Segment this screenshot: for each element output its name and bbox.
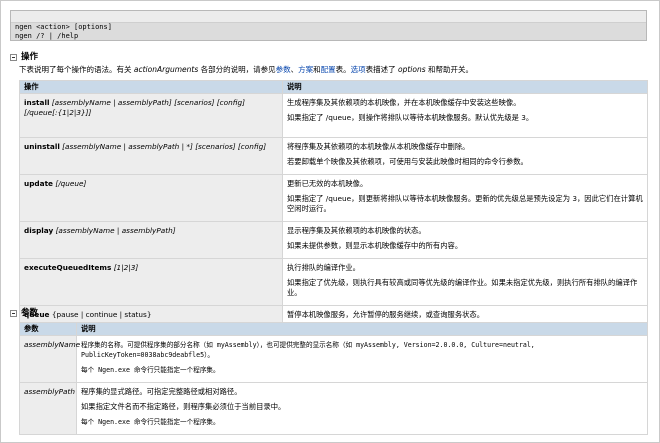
action-args: [assemblyName | assemblyPath] [scenarios… — [24, 98, 245, 117]
action-args: [assemblyName | assemblyPath | *] [scena… — [62, 142, 267, 151]
actions-section-title: 操作 — [21, 52, 39, 62]
intro-text: 各部分的说明，请参见 — [200, 65, 276, 74]
description-text: 更新已无效的本机映像。 — [287, 179, 368, 188]
action-syntax: update [/queue] — [19, 174, 283, 222]
syntax-code-block: ngen <action> [options] ngen /? | /help — [10, 10, 647, 41]
params-section-heading[interactable]: 参数 — [10, 308, 38, 318]
params-table: 参数 说明 assemblyName 程序集的名称。可提供程序集的部分名称（如 … — [19, 322, 648, 435]
table-row: display [assemblyName | assemblyPath] 显示… — [19, 221, 648, 259]
description-text: 如果指定了 /queue，则更新将排队以等待本机映像服务。更新的优先级总是预先设… — [287, 194, 643, 213]
action-args: [1|2|3] — [113, 263, 139, 272]
action-description: 生成程序集及其依赖项的本机映像，并在本机映像缓存中安装这些映像。 如果指定了 /… — [282, 93, 648, 138]
description-text: 暂停本机映像服务，允许暂停的服务继续，或查询服务状态。 — [287, 310, 485, 319]
table-row: uninstall [assemblyName | assemblyPath |… — [19, 137, 648, 175]
param-description: 程序集的名称。可提供程序集的部分名称（如 myAssembly），也可提供完整的… — [76, 335, 648, 383]
syntax-line-1: ngen <action> [options] — [15, 23, 112, 31]
table-row: assemblyPath 程序集的显式路径。可指定完整路径或相对路径。 如果指定… — [19, 382, 648, 435]
description-text: 执行排队的编译作业。 — [287, 263, 360, 272]
intro-text: 和帮助开关。 — [428, 65, 474, 74]
action-syntax: install [assemblyName | assemblyPath] [s… — [19, 93, 283, 138]
action-name: display — [24, 226, 54, 235]
intro-text: 表描述了 — [365, 65, 396, 74]
actions-intro: 下表说明了每个操作的语法。有关 actionArguments 各部分的说明，请… — [19, 65, 474, 74]
intro-italic-term: actionArguments — [133, 65, 199, 74]
description-text: 每个 Ngen.exe 命令行只能指定一个程序集。 — [81, 418, 220, 426]
action-args: {pause | continue | status} — [51, 310, 152, 319]
action-args: [assemblyName | assemblyPath] — [55, 226, 176, 235]
description-text: 程序集的名称。可提供程序集的部分名称（如 myAssembly），也可提供完整的… — [81, 341, 535, 359]
syntax-line-2: ngen /? | /help — [15, 32, 79, 40]
actions-table: 操作 说明 install [assemblyName | assemblyPa… — [19, 80, 648, 328]
description-text: 生成程序集及其依赖项的本机映像，并在本机映像缓存中安装这些映像。 — [287, 98, 521, 107]
action-description: 将程序集及其依赖项的本机映像从本机映像缓存中删除。 若要卸载单个映像及其依赖项，… — [282, 137, 648, 175]
intro-italic-term: options — [398, 65, 426, 74]
table-row: assemblyName 程序集的名称。可提供程序集的部分名称（如 myAsse… — [19, 335, 648, 383]
action-args: [/queue] — [55, 179, 87, 188]
params-section-title: 参数 — [21, 308, 39, 318]
header-action: 操作 — [19, 80, 283, 94]
actions-section-heading[interactable]: 操作 — [10, 52, 38, 62]
header-param: 参数 — [19, 322, 77, 336]
description-text: 每个 Ngen.exe 命令行只能指定一个程序集。 — [81, 366, 220, 374]
description-text: 如果指定了优先级，则执行具有较高或同等优先级的编译作业。如果未指定优先级，则执行… — [287, 278, 638, 297]
action-syntax: uninstall [assemblyName | assemblyPath |… — [19, 137, 283, 175]
action-description: 执行排队的编译作业。 如果指定了优先级，则执行具有较高或同等优先级的编译作业。如… — [282, 258, 648, 306]
description-text: 如果指定文件名而不指定路径，则程序集必须位于当前目录中。 — [81, 402, 286, 411]
intro-text: 表。 — [335, 65, 351, 74]
table-row: install [assemblyName | assemblyPath] [s… — [19, 93, 648, 138]
options-link[interactable]: 选项 — [351, 65, 366, 74]
param-description: 程序集的显式路径。可指定完整路径或相对路径。 如果指定文件名而不指定路径，则程序… — [76, 382, 648, 435]
actions-table-header: 操作 说明 — [19, 80, 648, 94]
description-text: 若要卸载单个映像及其依赖项，可使用与安装此映像时相同的命令行参数。 — [287, 157, 528, 166]
param-name: assemblyName — [19, 335, 80, 383]
intro-text: 下表说明了每个操作的语法。有关 — [19, 65, 132, 74]
params-table-header: 参数 说明 — [19, 322, 648, 336]
config-link[interactable]: 配置 — [321, 65, 336, 74]
table-row: executeQueuedItems [1|2|3] 执行排队的编译作业。 如果… — [19, 258, 648, 306]
action-description: 更新已无效的本机映像。 如果指定了 /queue，则更新将排队以等待本机映像服务… — [282, 174, 648, 222]
param-name: assemblyPath — [19, 382, 77, 435]
description-text: 显示程序集及其依赖项的本机映像的状态。 — [287, 226, 426, 235]
action-syntax: executeQueuedItems [1|2|3] — [19, 258, 283, 306]
table-row: update [/queue] 更新已无效的本机映像。 如果指定了 /queue… — [19, 174, 648, 222]
action-syntax: display [assemblyName | assemblyPath] — [19, 221, 283, 259]
description-text: 如果指定了 /queue，则操作将排队以等待本机映像服务。默认优先级是 3。 — [287, 113, 534, 122]
description-text: 程序集的显式路径。可指定完整路径或相对路径。 — [81, 387, 242, 396]
header-description: 说明 — [76, 322, 648, 336]
collapse-icon[interactable] — [10, 309, 17, 317]
header-description: 说明 — [282, 80, 648, 94]
scenarios-link[interactable]: 方案 — [298, 65, 313, 74]
description-text: 将程序集及其依赖项的本机映像从本机映像缓存中删除。 — [287, 142, 470, 151]
description-text: 如果未提供参数，则显示本机映像缓存中的所有内容。 — [287, 241, 463, 250]
action-name: install — [24, 98, 50, 107]
action-name: uninstall — [24, 142, 60, 151]
code-block-header — [11, 11, 646, 23]
collapse-icon[interactable] — [10, 53, 17, 61]
action-name: executeQueuedItems — [24, 263, 112, 272]
params-link[interactable]: 参数 — [276, 65, 291, 74]
action-description: 显示程序集及其依赖项的本机映像的状态。 如果未提供参数，则显示本机映像缓存中的所… — [282, 221, 648, 259]
action-name: update — [24, 179, 54, 188]
